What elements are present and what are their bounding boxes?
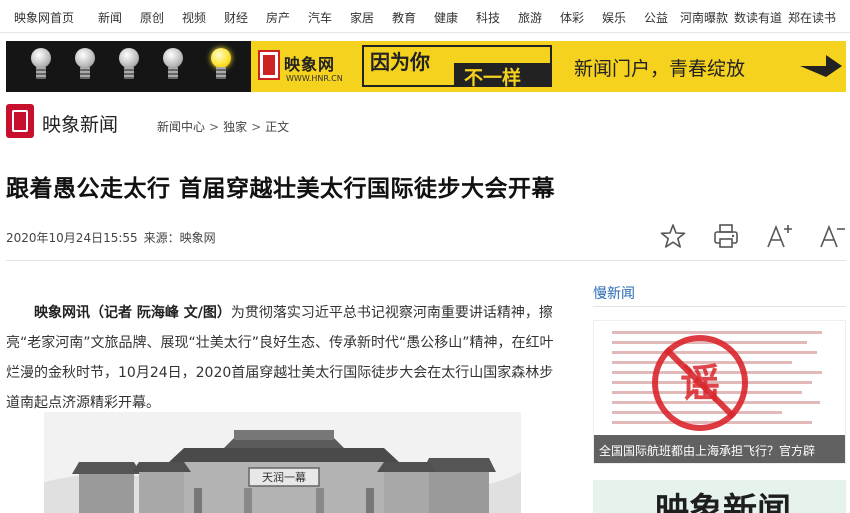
breadcrumb-exclusive[interactable]: 独家 <box>223 120 247 134</box>
font-increase-button[interactable] <box>765 222 793 250</box>
lightbulb-icon <box>72 48 98 84</box>
nav-item-finance[interactable]: 财经 <box>224 9 248 26</box>
breadcrumb: 新闻中心 > 独家 > 正文 <box>157 118 289 135</box>
banner-slogan-line-2: 不一样 <box>464 67 522 89</box>
banner-brand: 映象网 <box>284 55 336 74</box>
nav-item-house[interactable]: 房产 <box>266 9 290 26</box>
header-divider <box>6 260 846 261</box>
print-button[interactable] <box>712 222 740 250</box>
font-decrease-icon <box>820 224 845 248</box>
article-title: 跟着愚公走太行 首届穿越壮美太行国际徒步大会开幕 <box>6 176 556 202</box>
star-icon <box>660 224 686 248</box>
article-body: 映象网讯（记者 阮海峰 文/图）为贯彻落实习近平总书记视察河南重要讲话精神，擦亮… <box>6 298 561 418</box>
card-2-text: 映象新闻 <box>655 491 791 513</box>
archway-plaque-text: 天润一幕 <box>262 470 306 484</box>
breadcrumb-news-center[interactable]: 新闻中心 <box>157 120 205 134</box>
sidebar-title[interactable]: 慢新闻 <box>593 283 635 303</box>
article-source: 来源：映象网 <box>143 231 216 245</box>
lightbulb-icon <box>28 48 54 84</box>
sidebar-divider <box>593 306 846 307</box>
nav-item-lottery[interactable]: 体彩 <box>560 9 584 26</box>
rumor-stamp-text: 谣 <box>680 361 720 407</box>
nav-item-home[interactable]: 映象网首页 <box>14 9 74 26</box>
article-lead: 映象网讯（记者 阮海峰 文/图） <box>34 305 231 321</box>
nav-item-charity[interactable]: 公益 <box>644 9 668 26</box>
rumor-stamp-icon: 谣 <box>652 335 748 431</box>
nav-item-news[interactable]: 新闻 <box>98 9 122 26</box>
archway-illustration: 天润一幕 <box>44 412 521 513</box>
nav-item-tech[interactable]: 科技 <box>476 9 500 26</box>
nav-item-data-reading[interactable]: 数读有道 <box>734 9 782 26</box>
lit-lightbulb-icon <box>208 48 234 84</box>
font-increase-icon <box>767 224 792 248</box>
brand-name[interactable]: 映象新闻 <box>42 110 118 137</box>
nav-item-video[interactable]: 视频 <box>182 9 206 26</box>
breadcrumb-current: 正文 <box>265 120 290 134</box>
ad-banner[interactable]: 映象网 WWW.HNR.CN 因为你 不一样 新闻门户，青春绽放 <box>6 41 846 92</box>
nav-item-travel[interactable]: 旅游 <box>518 9 542 26</box>
nav-item-entertainment[interactable]: 娱乐 <box>602 9 626 26</box>
banner-arrow-icon <box>800 55 842 77</box>
printer-icon <box>714 224 738 248</box>
nav-item-original[interactable]: 原创 <box>140 9 164 26</box>
banner-tagline: 新闻门户，青春绽放 <box>574 58 746 80</box>
breadcrumb-separator: > <box>251 120 262 134</box>
article-paragraph: 映象网讯（记者 阮海峰 文/图）为贯彻落实习近平总书记视察河南重要讲话精神，擦亮… <box>6 298 561 418</box>
banner-logo-icon <box>258 50 280 80</box>
brand-logo-icon[interactable] <box>6 104 34 138</box>
nav-item-henan-exposure[interactable]: 河南曝款 <box>680 9 728 26</box>
font-decrease-button[interactable] <box>818 222 846 250</box>
nav-item-zheng-reading[interactable]: 郑在读书 <box>788 9 836 26</box>
banner-url: WWW.HNR.CN <box>286 74 343 83</box>
article-photo: 天润一幕 <box>44 412 521 513</box>
lightbulb-icon <box>160 48 186 84</box>
nav-item-education[interactable]: 教育 <box>392 9 416 26</box>
top-nav: 映象网首页 新闻 原创 视频 财经 房产 汽车 家居 教育 健康 科技 旅游 体… <box>0 0 850 33</box>
banner-slogan-line-1: 因为你 <box>370 50 430 74</box>
breadcrumb-separator: > <box>209 120 220 134</box>
article-datetime: 2020年10月24日15:55 <box>6 231 138 245</box>
nav-item-health[interactable]: 健康 <box>434 9 458 26</box>
article-meta: 2020年10月24日15:55 来源：映象网 <box>6 229 216 246</box>
lightbulb-icon <box>116 48 142 84</box>
card-2-image: 映象新闻 <box>593 480 846 513</box>
nav-item-home-decor[interactable]: 家居 <box>350 9 374 26</box>
favorite-button[interactable] <box>659 222 687 250</box>
sidebar-news-card[interactable]: 谣 全国国际航班都由上海承担飞行？官方辟 <box>593 320 846 464</box>
nav-item-auto[interactable]: 汽车 <box>308 9 332 26</box>
card-caption[interactable]: 全国国际航班都由上海承担飞行？官方辟 <box>599 442 815 459</box>
bulb-decoration <box>28 46 248 88</box>
sidebar-news-card-2[interactable]: 映象新闻 <box>593 480 846 513</box>
